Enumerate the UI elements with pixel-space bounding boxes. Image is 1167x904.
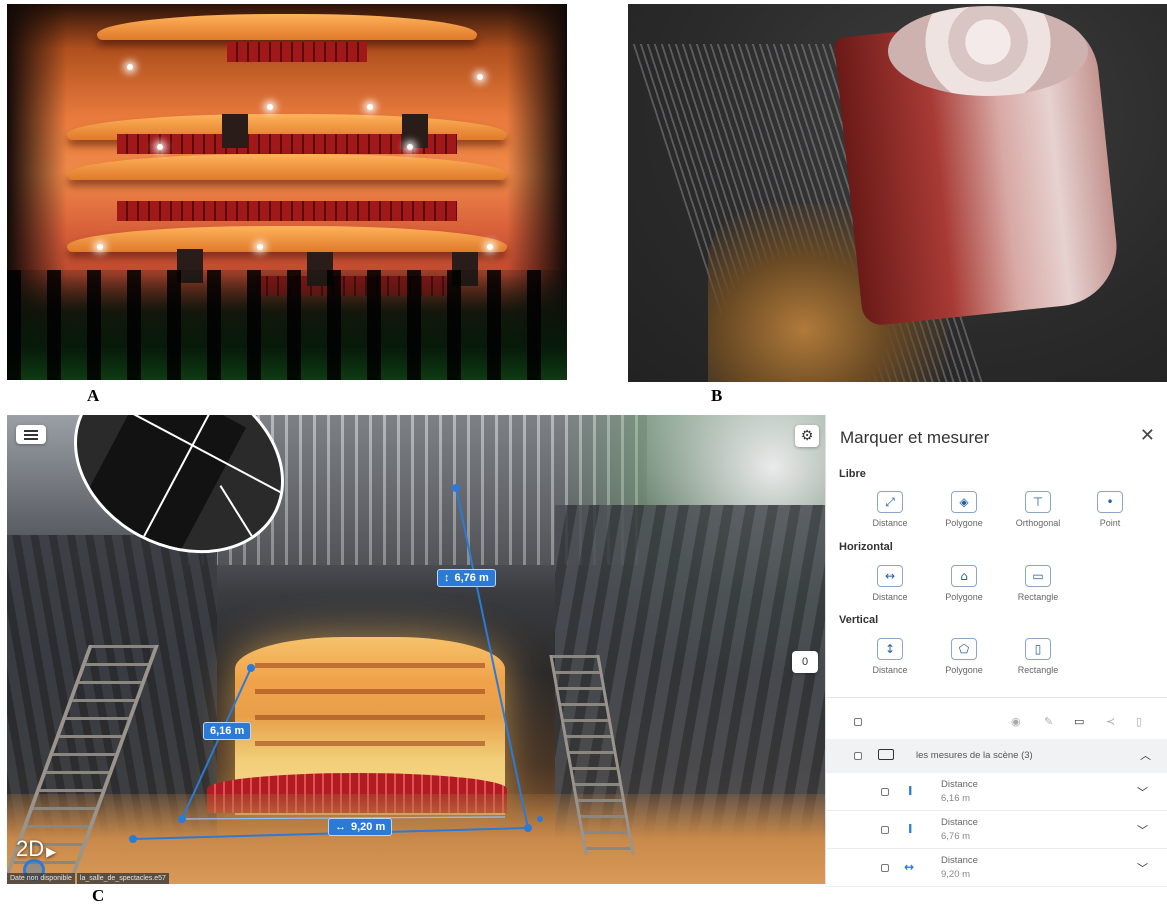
light [407,144,413,150]
vertical-distance-icon: ↕ [877,638,903,660]
zero-button[interactable]: 0 [792,651,818,673]
measure-label-height-2[interactable]: 6,16 m [203,722,252,740]
measure-line-height-2 [181,667,252,820]
hamburger-icon [24,433,38,436]
item-checkbox[interactable] [881,788,889,796]
tool-libre-point[interactable]: • Point [1074,491,1146,528]
chevron-up-icon[interactable]: ︿ [1140,747,1151,763]
measurement-overlay [129,484,543,843]
light [157,144,163,150]
tool-vertical-distance[interactable]: ↕ Distance [854,638,926,675]
file-name-text: la_salle_de_spectacles.e57 [76,873,169,884]
light [487,244,493,250]
figure-label-a: A [87,386,100,405]
measurement-item[interactable]: ↔ Distance 9,20 m ﹀ [826,849,1167,887]
balcony-lower [67,154,507,180]
horizontal-polygon-icon: ⌂ [951,565,977,587]
measurements-toolbar: ◉ ✎ ▭ ≺ ▯ [826,705,1167,739]
viewer-footer: Date non disponible la_salle_de_spectacl… [7,873,169,884]
balcony-top [97,14,477,40]
measure-label-height-1[interactable]: ↕ 6,76 m [437,569,496,587]
point-cloud-roof [888,6,1088,96]
measure-line-height-1 [455,487,529,829]
measure-label-width[interactable]: ↔ 9,20 m [328,818,393,836]
menu-button[interactable] [16,425,46,444]
section-horizontal-title: Horizontal [839,541,893,553]
figure-label-b: B [711,386,723,405]
sidebar-title: Marquer et mesurer [840,428,990,447]
horizontal-distance-icon: ↔ [904,860,915,874]
edit-icon[interactable]: ✎ [1044,715,1053,728]
chevron-down-icon[interactable]: ﹀ [1137,860,1148,876]
close-icon[interactable]: ✕ [1140,425,1155,446]
door [402,114,428,148]
tool-libre-distance[interactable]: ⤢ Distance [854,491,926,528]
light [267,104,273,110]
horizontal-distance-icon: ↔ [335,821,346,833]
vertical-rectangle-icon: ▯ [1025,638,1051,660]
tool-horizontal-distance[interactable]: ↔ Distance [854,565,926,602]
orchestra-chairs [7,270,567,380]
tool-horizontal-rectangle[interactable]: ▭ Rectangle [1002,565,1074,602]
vertical-distance-icon: I [908,784,913,798]
group-name: les mesures de la scène (3) [916,750,1033,761]
section-vertical-title: Vertical [839,614,879,626]
settings-button[interactable]: ⚙ [795,425,819,447]
gear-icon: ⚙ [800,428,814,444]
item-checkbox[interactable] [881,826,889,834]
item-checkbox[interactable] [881,864,889,872]
light [477,74,483,80]
light [367,104,373,110]
seat-row [117,201,457,221]
play-triangle-icon: ▶ [46,844,57,859]
hide-icon[interactable]: ◉ [1011,715,1021,728]
vertical-distance-icon: I [908,822,913,836]
orthogonal-icon: ⊤ [1025,491,1051,513]
point-icon: • [1097,491,1123,513]
divider [826,697,1167,698]
date-text: Date non disponible [7,873,75,884]
light [257,244,263,250]
panorama-viewer[interactable]: ↕ 6,76 m 6,16 m ↔ 9,20 m ⚙ 0 2D ▶ Date non … [7,415,825,884]
measure-point[interactable] [129,835,137,843]
chevron-down-icon[interactable]: ﹀ [1137,822,1148,838]
photo-theatre-hall [7,4,567,380]
tool-libre-polygone[interactable]: ◈ Polygone [928,491,1000,528]
horizontal-distance-icon: ↔ [877,565,903,587]
section-libre-title: Libre [839,468,866,480]
group-checkbox[interactable] [854,752,862,760]
measure-point[interactable] [178,815,186,823]
measurement-item[interactable]: I Distance 6,16 m ﹀ [826,773,1167,811]
measure-point[interactable] [524,824,532,832]
measurement-item[interactable]: I Distance 6,76 m ﹀ [826,811,1167,849]
measure-point[interactable] [452,484,460,492]
light [127,64,133,70]
tool-vertical-polygone[interactable]: ⬠ Polygone [928,638,1000,675]
measure-sidebar: Marquer et mesurer ✕ Libre ⤢ Distance ◈ … [825,415,1167,887]
seat-row [227,42,367,62]
folder-icon [878,749,894,760]
view-mode-toggle[interactable]: 2D ▶ [16,836,56,862]
tool-horizontal-polygone[interactable]: ⌂ Polygone [928,565,1000,602]
point-cloud-render [628,4,1167,382]
vertical-polygon-icon: ⬠ [951,638,977,660]
balcony-bottom [67,226,507,252]
diagonal-distance-icon: ⤢ [877,491,903,513]
select-all-checkbox[interactable] [854,718,862,726]
polygon-icon: ◈ [951,491,977,513]
vertical-distance-icon: ↕ [444,572,450,584]
horizontal-rectangle-icon: ▭ [1025,565,1051,587]
tool-vertical-rectangle[interactable]: ▯ Rectangle [1002,638,1074,675]
figure-label-c: C [92,886,105,904]
measure-point[interactable] [537,816,543,822]
trash-icon[interactable]: ▯ [1136,715,1142,728]
folder-icon[interactable]: ▭ [1074,715,1084,728]
measure-point[interactable] [247,664,255,672]
measurement-group[interactable]: les mesures de la scène (3) ︿ [826,739,1167,773]
tool-libre-orthogonal[interactable]: ⊤ Orthogonal [1002,491,1074,528]
chevron-down-icon[interactable]: ﹀ [1137,784,1148,800]
light [97,244,103,250]
share-icon[interactable]: ≺ [1106,715,1115,728]
door [222,114,248,148]
